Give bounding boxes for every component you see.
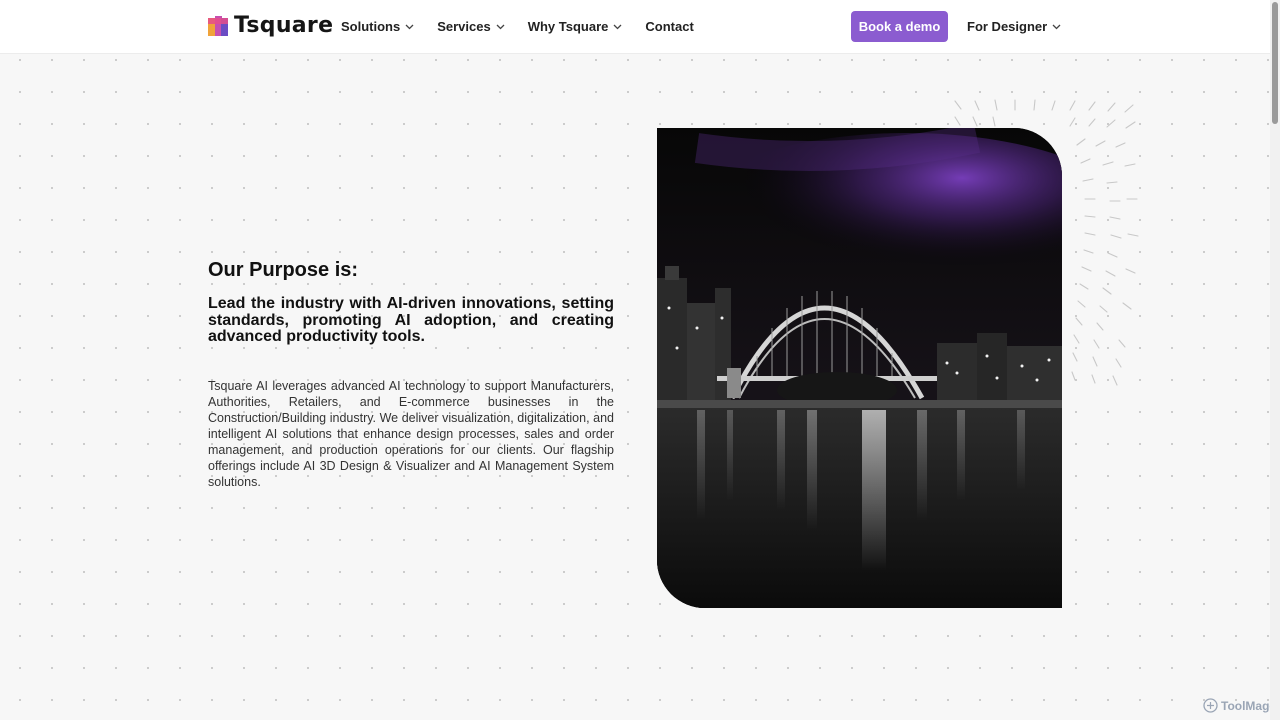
photo-image (657, 128, 1062, 608)
purpose-title: Our Purpose is: (208, 259, 359, 281)
brand-logo[interactable]: Tsquare (208, 15, 333, 37)
purpose-body: Tsquare AI leverages advanced AI technol… (208, 378, 614, 489)
main-nav: Solutions Services Why Tsquare Contact (341, 0, 717, 53)
nav-solutions-label: Solutions (341, 19, 401, 34)
chevron-down-icon (405, 24, 414, 29)
nav-contact-label: Contact (645, 19, 694, 34)
scrollbar-thumb[interactable] (1272, 2, 1278, 124)
nav-contact[interactable]: Contact (645, 19, 693, 34)
tsquare-logo-icon (208, 16, 228, 36)
book-demo-button[interactable]: Book a demo (851, 11, 948, 42)
for-designer-label: For Designer (967, 19, 1048, 34)
purpose-section: Our Purpose is: Lead the industry with A… (208, 258, 614, 490)
watermark: ToolMage (1203, 698, 1276, 713)
nav-why-tsquare[interactable]: Why Tsquare (528, 19, 623, 34)
nav-services[interactable]: Services (437, 19, 505, 34)
purpose-lead: Lead the industry with AI-driven innovat… (208, 295, 614, 345)
nav-why-tsquare-label: Why Tsquare (527, 19, 609, 34)
chevron-down-icon (1052, 24, 1061, 29)
toolmage-logo-icon (1203, 698, 1218, 713)
page-scrollbar[interactable] (1270, 0, 1280, 720)
chevron-down-icon (496, 24, 505, 29)
site-header: Tsquare Solutions Services Why Tsquare C… (0, 0, 1270, 54)
chevron-down-icon (613, 24, 622, 29)
brand-name: Tsquare (234, 13, 334, 38)
nav-solutions[interactable]: Solutions (341, 19, 414, 34)
nav-services-label: Services (437, 19, 491, 34)
harbour-bridge-night-photo (657, 128, 1062, 608)
watermark-text: ToolMage (1221, 698, 1277, 713)
for-designer-menu[interactable]: For Designer (967, 0, 1061, 53)
